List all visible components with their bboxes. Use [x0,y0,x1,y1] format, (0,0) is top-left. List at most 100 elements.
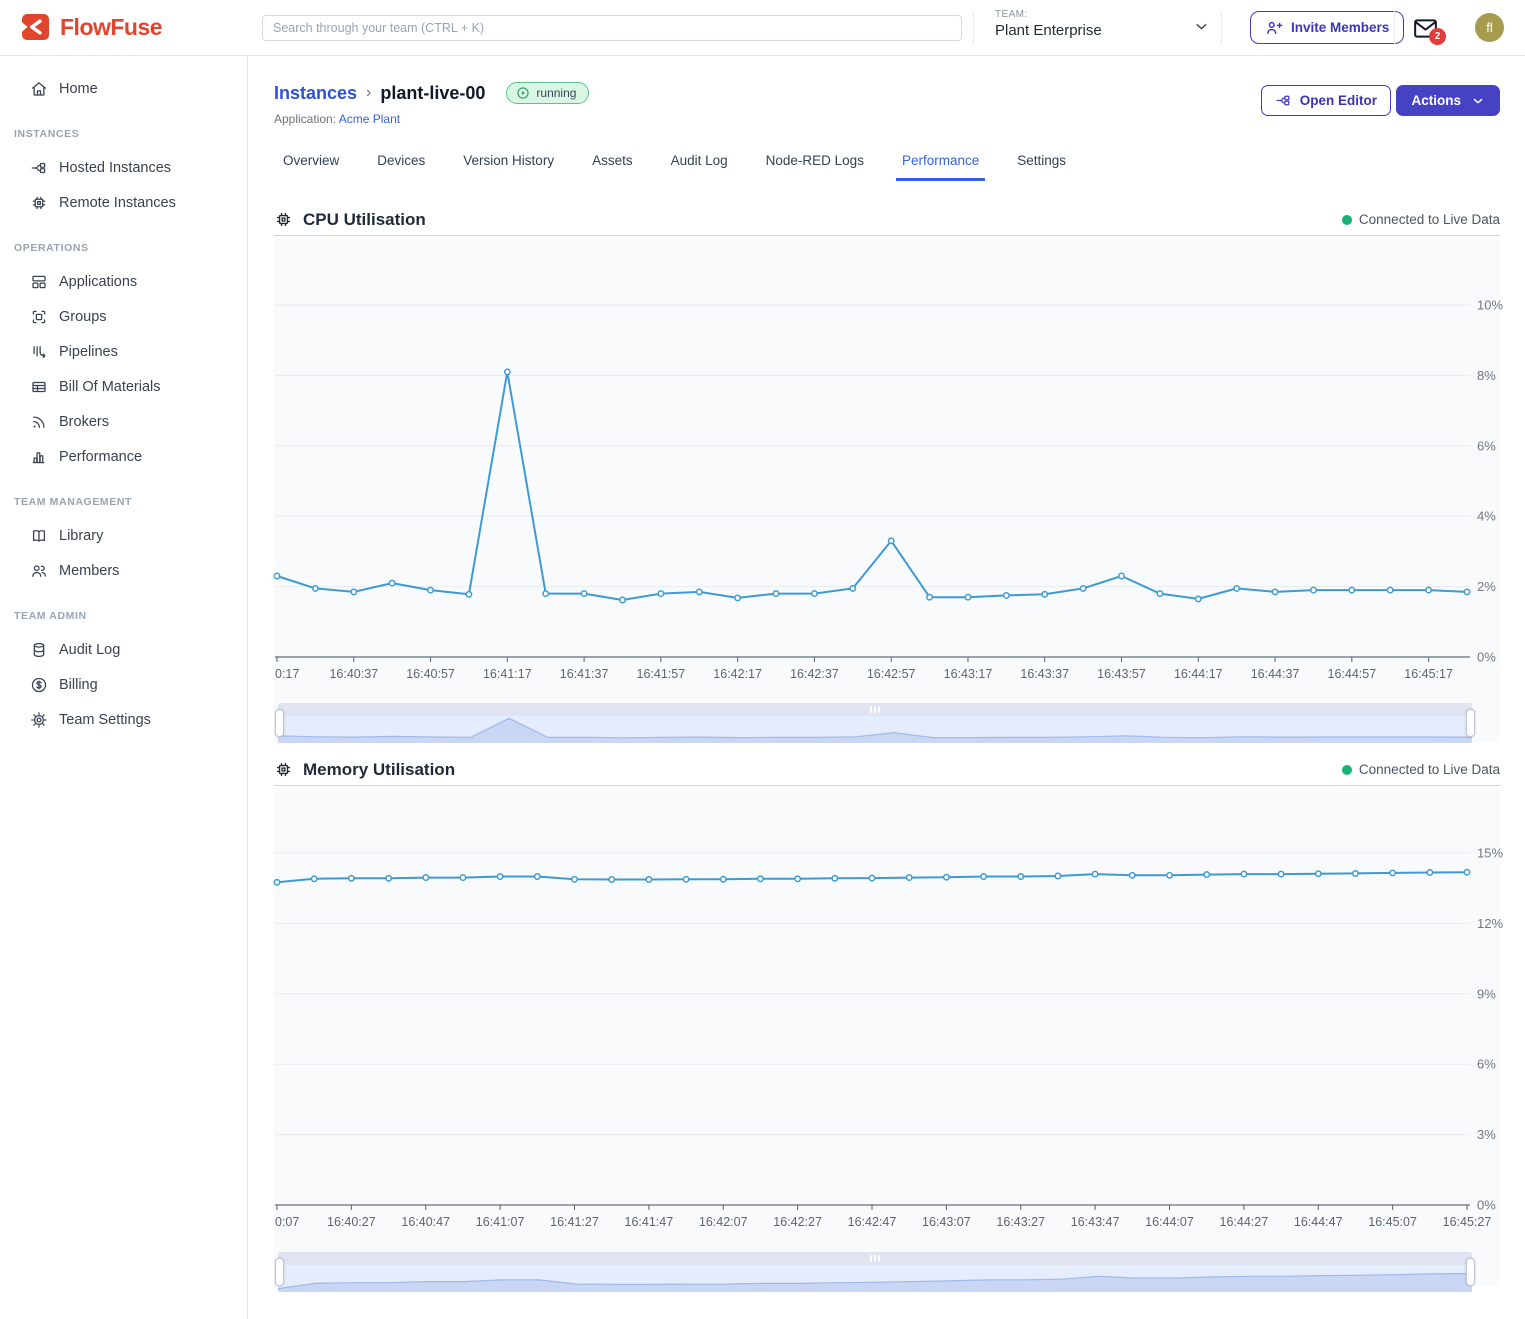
status-badge: running [506,82,589,104]
tab-node-red-logs[interactable]: Node-RED Logs [760,147,870,181]
memory-utilisation-chart[interactable]: 0%3%6%9%12%15%0:0716:40:2716:40:4716:41:… [275,795,1525,1243]
sidebar-item-applications[interactable]: Applications [0,264,247,299]
x-axis-label: 16:44:17 [1174,667,1223,681]
avatar[interactable]: fl [1475,13,1504,42]
slider-preview[interactable] [278,1265,1472,1292]
chart-section-header: CPU UtilisationConnected to Live Data [274,204,1500,236]
sidebar-item-audit-log[interactable]: Audit Log [0,632,247,667]
application-line: Application: Acme Plant [274,112,400,126]
team-settings-icon [30,711,48,729]
x-axis-label: 16:44:27 [1220,1215,1269,1229]
chevron-down-icon[interactable] [1193,18,1210,35]
performance-icon [30,448,48,466]
actions-button[interactable]: Actions [1396,85,1500,116]
sidebar-item-remote-instances[interactable]: Remote Instances [0,185,247,220]
sidebar: HomeINSTANCESHosted InstancesRemote Inst… [0,56,248,1319]
sidebar-item-groups[interactable]: Groups [0,299,247,334]
team-selector[interactable]: TEAM: Plant Enterprise [995,9,1102,39]
x-axis-label: 16:44:57 [1328,667,1377,681]
slider-handle-left[interactable] [275,1258,284,1286]
live-dot-icon [1342,765,1352,775]
x-axis-label: 16:41:17 [483,667,532,681]
sidebar-item-performance[interactable]: Performance [0,439,247,474]
sidebar-item-label: Brokers [59,414,109,430]
time-range-slider[interactable] [278,703,1472,743]
y-axis-label: 2% [1477,579,1496,594]
slider-grip-icon[interactable] [870,706,880,713]
x-axis-label: 16:40:37 [329,667,378,681]
remote-instances-icon [30,194,48,212]
sidebar-item-label: Pipelines [59,344,118,360]
brokers-icon [30,413,48,431]
slider-preview[interactable] [278,716,1472,743]
y-axis-label: 0% [1477,650,1496,665]
slider-track[interactable] [278,703,1472,716]
slider-track[interactable] [278,1252,1472,1265]
team-label: TEAM: [995,9,1102,20]
slider-handle-right[interactable] [1466,709,1475,737]
x-axis-label: 16:41:37 [560,667,609,681]
grip-bar [874,706,876,713]
live-status-text: Connected to Live Data [1359,762,1500,777]
sidebar-item-pipelines[interactable]: Pipelines [0,334,247,369]
slider-handle-right[interactable] [1466,1258,1475,1286]
cpu-chip-icon [274,760,293,779]
billing-icon [30,676,48,694]
sidebar-item-bill-of-materials[interactable]: Bill Of Materials [0,369,247,404]
tab-version-history[interactable]: Version History [457,147,560,181]
x-axis-label: 16:41:07 [476,1215,525,1229]
tab-overview[interactable]: Overview [277,147,345,181]
x-axis-label: 0:07 [275,1215,299,1229]
grip-bar [878,1255,880,1262]
x-axis-label: 0:17 [275,667,299,681]
sidebar-item-billing[interactable]: Billing [0,667,247,702]
sidebar-section-label: OPERATIONS [0,242,247,254]
open-editor-button[interactable]: Open Editor [1261,85,1391,116]
flowfuse-logo[interactable]: FlowFuse [20,12,162,42]
slider-handle-left[interactable] [275,709,284,737]
tab-audit-log[interactable]: Audit Log [665,147,734,181]
sidebar-item-label: Billing [59,677,98,693]
slider-preview-area [278,716,1472,743]
notifications-button[interactable]: 2 [1412,15,1442,45]
application-link[interactable]: Acme Plant [339,112,400,126]
main-content: Instances › plant-live-00 running Applic… [248,56,1525,1319]
header-divider [1394,11,1395,45]
x-axis-label: 16:40:27 [327,1215,376,1229]
grip-bar [874,1255,876,1262]
header-divider [1221,11,1222,45]
sidebar-item-brokers[interactable]: Brokers [0,404,247,439]
breadcrumb-instances-link[interactable]: Instances [274,83,357,104]
slider-grip-icon[interactable] [870,1255,880,1262]
sidebar-item-library[interactable]: Library [0,518,247,553]
sidebar-section-label: TEAM ADMIN [0,610,247,622]
cpu-utilisation-chart[interactable]: 0%2%4%6%8%10%0:1716:40:3716:40:5716:41:1… [275,245,1525,695]
x-axis-label: 16:43:47 [1071,1215,1120,1229]
tab-assets[interactable]: Assets [586,147,639,181]
pipelines-icon [30,343,48,361]
home-icon [30,80,48,98]
search-input[interactable] [262,15,962,41]
team-name: Plant Enterprise [995,22,1102,39]
tab-performance[interactable]: Performance [896,147,985,181]
grip-bar [878,706,880,713]
sidebar-item-members[interactable]: Members [0,553,247,588]
y-axis-label: 6% [1477,438,1496,453]
tab-devices[interactable]: Devices [371,147,431,181]
actions-label: Actions [1411,93,1461,108]
tab-settings[interactable]: Settings [1011,147,1072,181]
breadcrumb-separator: › [366,84,371,102]
notification-count-badge: 2 [1429,28,1446,45]
invite-members-button[interactable]: Invite Members [1250,11,1404,44]
sidebar-item-team-settings[interactable]: Team Settings [0,702,247,737]
x-axis-label: 16:42:07 [699,1215,748,1229]
y-axis-label: 4% [1477,509,1496,524]
time-range-slider[interactable] [278,1252,1472,1292]
sidebar-item-home[interactable]: Home [0,71,247,106]
x-axis-label: 16:40:47 [401,1215,450,1229]
y-axis-label: 3% [1477,1127,1496,1142]
sidebar-item-hosted-instances[interactable]: Hosted Instances [0,150,247,185]
x-axis-label: 16:43:57 [1097,667,1146,681]
x-axis-label: 16:42:27 [773,1215,822,1229]
sidebar-item-label: Remote Instances [59,195,176,211]
